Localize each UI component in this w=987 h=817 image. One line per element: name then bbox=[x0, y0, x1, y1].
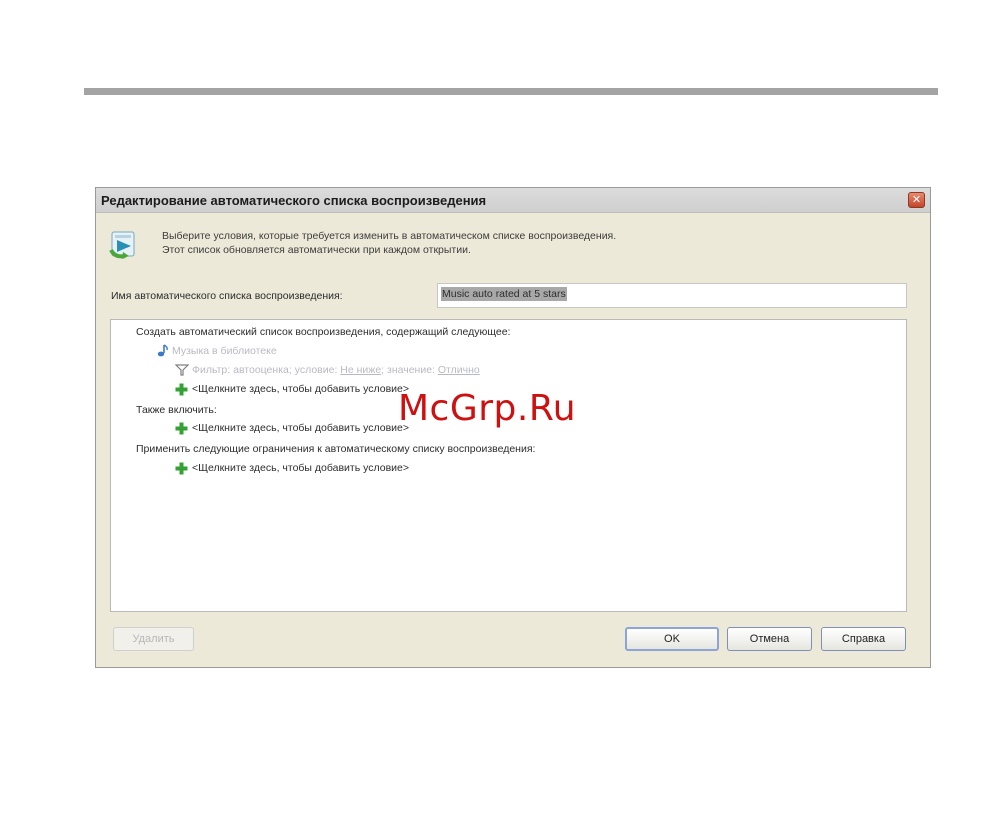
also-include-header: Также включить: bbox=[136, 403, 217, 417]
playlist-name-input[interactable]: Music auto rated at 5 stars bbox=[437, 283, 907, 308]
delete-button[interactable]: Удалить bbox=[113, 627, 194, 651]
add-condition-3-label: <Щелкните здесь, чтобы добавить условие> bbox=[192, 462, 409, 474]
music-note-icon bbox=[157, 344, 168, 357]
filter-node[interactable]: Фильтр: автооценка; условие: Не ниже; зн… bbox=[175, 363, 480, 377]
dialog-titlebar[interactable]: Редактирование автоматического списка во… bbox=[96, 188, 930, 213]
add-condition-1[interactable]: <Щелкните здесь, чтобы добавить условие> bbox=[175, 382, 409, 396]
music-in-library-node[interactable]: Музыка в библиотеке bbox=[155, 344, 277, 358]
restrictions-label: Применить следующие ограничения к автома… bbox=[136, 443, 536, 455]
add-condition-2[interactable]: <Щелкните здесь, чтобы добавить условие> bbox=[175, 421, 409, 435]
create-header: Создать автоматический список воспроизве… bbox=[136, 325, 510, 339]
playlist-name-value: Music auto rated at 5 stars bbox=[441, 287, 567, 301]
add-condition-1-label: <Щелкните здесь, чтобы добавить условие> bbox=[192, 383, 409, 395]
dialog-title: Редактирование автоматического списка во… bbox=[101, 193, 487, 208]
description-line-2: Этот список обновляется автоматически пр… bbox=[162, 244, 471, 256]
help-button[interactable]: Справка bbox=[821, 627, 906, 651]
close-icon[interactable]: ✕ bbox=[908, 192, 925, 208]
filter-prefix: Фильтр: автооценка; условие: bbox=[192, 364, 338, 376]
playlist-name-label: Имя автоматического списка воспроизведен… bbox=[111, 290, 343, 302]
add-plus-icon bbox=[175, 462, 188, 474]
description-line-1: Выберите условия, которые требуется изме… bbox=[162, 230, 617, 242]
filter-value-link[interactable]: Отлично bbox=[438, 364, 480, 376]
filter-value-prefix: ; значение: bbox=[381, 364, 435, 376]
also-include-label: Также включить: bbox=[136, 404, 217, 416]
filter-condition-link[interactable]: Не ниже bbox=[340, 364, 381, 376]
cancel-button[interactable]: Отмена bbox=[727, 627, 812, 651]
add-plus-icon bbox=[175, 383, 188, 395]
filter-icon bbox=[175, 364, 189, 376]
add-condition-3[interactable]: <Щелкните здесь, чтобы добавить условие> bbox=[175, 461, 409, 475]
add-condition-2-label: <Щелкните здесь, чтобы добавить условие> bbox=[192, 422, 409, 434]
criteria-tree: Создать автоматический список воспроизве… bbox=[110, 319, 907, 612]
page-divider bbox=[84, 88, 938, 95]
create-header-label: Создать автоматический список воспроизве… bbox=[136, 326, 511, 338]
watermark-text: McGrp.Ru bbox=[398, 388, 577, 429]
restrictions-header: Применить следующие ограничения к автома… bbox=[136, 442, 535, 456]
music-in-library-label: Музыка в библиотеке bbox=[172, 345, 277, 357]
ok-button[interactable]: OK bbox=[625, 627, 719, 651]
add-plus-icon bbox=[175, 422, 188, 434]
auto-playlist-icon bbox=[109, 231, 135, 259]
